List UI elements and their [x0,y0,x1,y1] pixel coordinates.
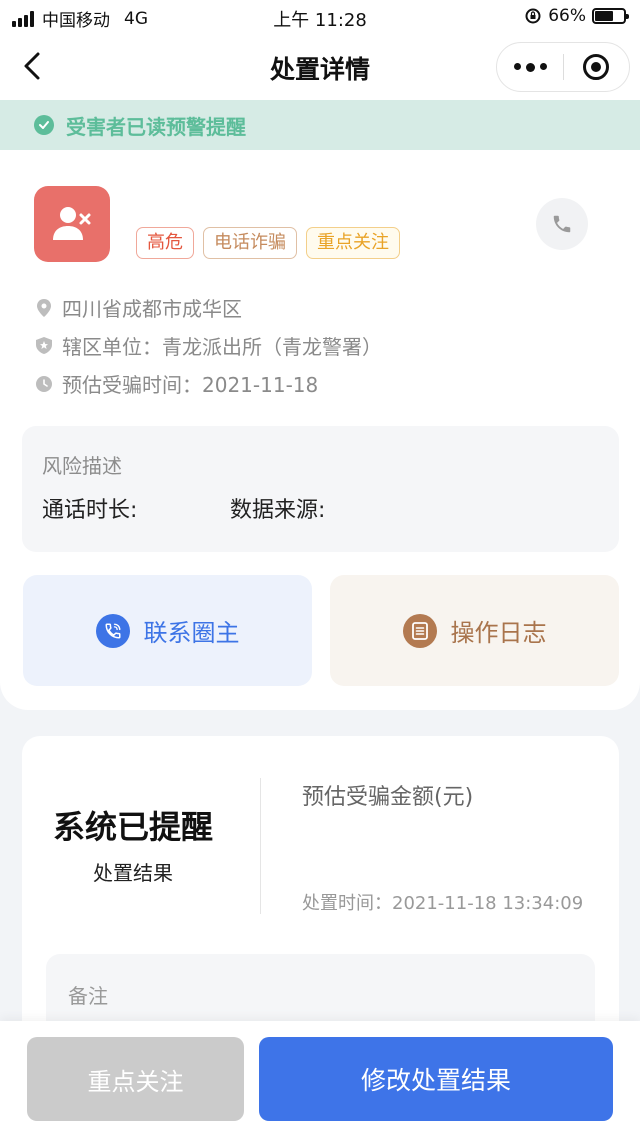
victim-info-card: 高危 电话诈骗 重点关注 四川省成都市成华区 辖区单位：青龙派出所（青龙警署） … [0,150,640,710]
clock-icon [36,375,52,392]
bottom-action-bar: 重点关注 修改处置结果 [0,1021,640,1138]
risk-fields: 通话时长: 数据来源: [42,492,358,524]
data-source-label: 数据来源: [230,498,326,523]
rotation-lock-icon [525,8,541,24]
remark-title: 备注 [68,984,108,1008]
phone-call-icon [95,613,130,648]
risk-description-box: 风险描述 通话时长: 数据来源: [22,426,619,552]
check-circle-icon [34,115,54,135]
contact-owner-label: 联系圈主 [143,619,240,647]
mini-program-capsule [496,42,630,92]
fraud-time-text: 预估受骗时间：2021-11-18 [62,373,319,397]
read-notice-banner: 受害者已读预警提醒 [0,100,640,150]
result-divider [260,778,261,914]
battery-level [595,11,614,21]
jurisdiction-text: 辖区单位：青龙派出所（青龙警署） [62,335,382,359]
close-target-icon [583,54,610,80]
battery-icon [592,8,629,24]
notice-text: 受害者已读预警提醒 [66,114,246,139]
fraud-time-row: 预估受骗时间：2021-11-18 [36,369,318,398]
jurisdiction-row: 辖区单位：青龙派出所（青龙警署） [36,331,382,360]
modify-result-button[interactable]: 修改处置结果 [259,1037,613,1121]
call-button[interactable] [536,198,588,250]
disposal-status-label: 处置结果 [93,861,173,885]
more-dots-icon [513,62,521,70]
more-button[interactable] [497,62,563,72]
tag-high-risk: 高危 [136,227,194,259]
battery-percent: 66% [548,6,586,26]
risk-tags: 高危 电话诈骗 重点关注 [136,227,400,259]
status-bar-right: 66% [524,6,629,26]
call-duration-label: 通话时长: [42,498,138,523]
avatar [34,186,110,262]
key-focus-button[interactable]: 重点关注 [27,1037,244,1121]
status-bar: 中国移动 4G 上午 11:28 66% [0,0,640,34]
location-pin-icon [36,298,52,317]
disposal-time: 处置时间：2021-11-18 13:34:09 [302,893,584,914]
police-badge-icon [36,337,52,354]
risk-title: 风险描述 [42,454,122,478]
user-remove-icon [53,207,91,240]
operation-log-button[interactable]: 操作日志 [330,575,619,686]
tag-phone-fraud: 电话诈骗 [203,227,297,259]
location-row: 四川省成都市成华区 [36,293,242,322]
tag-key-focus: 重点关注 [306,227,400,259]
close-button[interactable] [564,54,629,80]
document-icon [402,613,437,648]
operation-log-label: 操作日志 [450,619,547,647]
phone-icon [553,215,571,233]
contact-owner-button[interactable]: 联系圈主 [23,575,312,686]
nav-bar: 处置详情 [0,34,640,100]
location-text: 四川省成都市成华区 [62,297,242,321]
disposal-status: 系统已提醒 [52,808,213,846]
fraud-amount-label: 预估受骗金额(元) [302,785,474,810]
